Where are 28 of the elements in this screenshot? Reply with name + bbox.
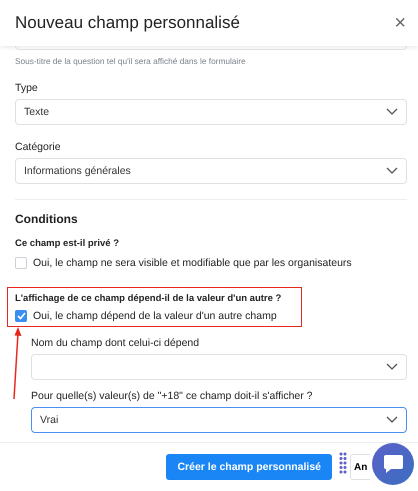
help-text: Sous-titre de la question tel qu'il sera affiché dans le formulaire [15,56,247,66]
chevron-down-icon [386,108,398,116]
chevron-down-icon [386,416,398,424]
checkbox[interactable] [15,257,27,269]
question-label: Ce champ est-il privé ? [15,238,120,249]
input-field[interactable] [15,46,407,50]
select-field[interactable] [31,354,407,380]
question-label: L'affichage de ce champ dépend-il de la valeur d'un autre ? [15,293,282,304]
select-field[interactable]: Informations générales [15,158,407,184]
field-label: Nom du champ dont celui-ci dépend [31,337,200,349]
close-button[interactable]: × [390,12,410,34]
drag-handle-icon [339,452,347,474]
dialog-title: Nouveau champ personnalisé [15,13,240,33]
chevron-down-icon [386,363,398,371]
select-field[interactable]: Vrai [31,407,407,433]
field-label: Type [15,82,39,94]
checkbox-label: Oui, le champ ne sera visible et modifiable que par les organisateurs [33,257,352,269]
field-label: Pour quelle(s) valeur(s) de "+18" ce champ doit-il s'afficher ? [31,390,314,402]
chat-icon [381,453,405,475]
field-label: Catégorie [15,141,62,153]
checkbox-label: Oui, le champ dépend de la valeur d'un autre champ [33,310,277,322]
cancel-button[interactable]: An [350,454,370,480]
create-button[interactable]: Créer le champ personnalisé [166,454,332,480]
section-title: Conditions [15,212,79,226]
select-field[interactable]: Texte [15,99,407,125]
chat-button[interactable] [372,443,414,485]
chevron-down-icon [386,167,398,175]
checkbox[interactable] [15,310,27,322]
